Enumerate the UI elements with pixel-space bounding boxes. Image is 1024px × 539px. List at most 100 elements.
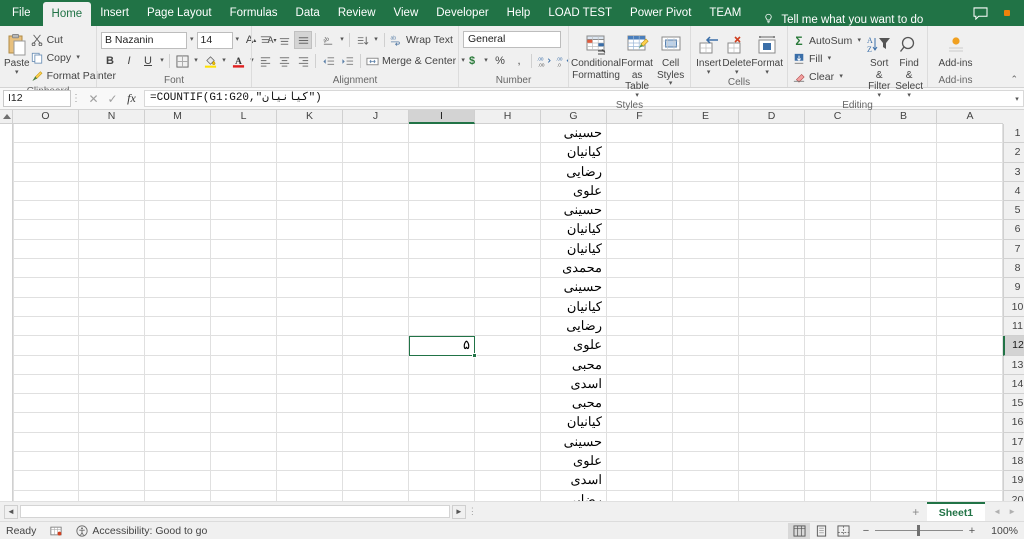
cell-K20[interactable] xyxy=(277,490,343,501)
font-color-icon[interactable]: A xyxy=(229,52,247,70)
cell-B5[interactable] xyxy=(871,201,937,221)
cell-J6[interactable] xyxy=(343,220,409,240)
horizontal-scroll-thumb[interactable] xyxy=(21,506,449,517)
cell-I19[interactable] xyxy=(409,471,475,491)
cell-F9[interactable] xyxy=(607,278,673,298)
borders-icon[interactable] xyxy=(173,52,191,70)
column-header-o[interactable]: O xyxy=(13,110,79,124)
cell-I2[interactable] xyxy=(409,143,475,163)
row-header-7[interactable]: 7 xyxy=(1003,239,1024,260)
column-header-d[interactable]: D xyxy=(739,110,805,124)
cell-G11[interactable]: رضایی xyxy=(541,316,607,337)
column-header-l[interactable]: L xyxy=(211,110,277,124)
cell-N8[interactable] xyxy=(79,259,145,279)
cell-M5[interactable] xyxy=(145,201,211,221)
cell-A1[interactable] xyxy=(937,124,1003,144)
cell-E15[interactable] xyxy=(673,394,739,414)
horizontal-scrollbar[interactable] xyxy=(20,505,450,518)
number-format-select[interactable]: General xyxy=(463,31,561,48)
conditional-formatting-button[interactable]: Conditional Formatting xyxy=(571,30,621,81)
cell-J1[interactable] xyxy=(343,124,409,144)
cell-L19[interactable] xyxy=(211,471,277,491)
cell-J12[interactable] xyxy=(343,336,409,356)
fill-color-icon[interactable] xyxy=(201,52,219,70)
cell-G19[interactable]: اسدی xyxy=(541,471,607,491)
cell-F12[interactable] xyxy=(607,336,673,356)
cell-L11[interactable] xyxy=(211,316,277,337)
cell-G7[interactable]: کیانیان xyxy=(541,239,607,260)
cell-J13[interactable] xyxy=(343,355,409,375)
scroll-left-icon[interactable]: ◄ xyxy=(4,504,18,519)
cell-M16[interactable] xyxy=(145,413,211,433)
cell-I11[interactable] xyxy=(409,316,475,337)
cell-D4[interactable] xyxy=(739,181,805,202)
cell-A6[interactable] xyxy=(937,220,1003,240)
cell-M4[interactable] xyxy=(145,181,211,202)
cell-E11[interactable] xyxy=(673,316,739,337)
cell-I6[interactable] xyxy=(409,220,475,240)
cell-M7[interactable] xyxy=(145,239,211,260)
tab-load-test[interactable]: LOAD TEST xyxy=(539,0,621,26)
cell-D18[interactable] xyxy=(739,452,805,472)
cell-K11[interactable] xyxy=(277,316,343,337)
bold-button[interactable]: B xyxy=(101,52,119,70)
cell-L5[interactable] xyxy=(211,201,277,221)
cell-O14[interactable] xyxy=(13,374,79,395)
cell-J2[interactable] xyxy=(343,143,409,163)
cell-J17[interactable] xyxy=(343,432,409,453)
cell-N6[interactable] xyxy=(79,220,145,240)
cell-B13[interactable] xyxy=(871,355,937,375)
cell-K18[interactable] xyxy=(277,452,343,472)
cell-A10[interactable] xyxy=(937,297,1003,317)
cell-O19[interactable] xyxy=(13,471,79,491)
cell-L16[interactable] xyxy=(211,413,277,433)
cell-M6[interactable] xyxy=(145,220,211,240)
cell-H9[interactable] xyxy=(475,278,541,298)
cell-H13[interactable] xyxy=(475,355,541,375)
row-header-4[interactable]: 4 xyxy=(1003,181,1024,202)
cell-L1[interactable] xyxy=(211,124,277,144)
orientation-chevron-down-icon[interactable]: ▾ xyxy=(338,31,346,49)
cell-L17[interactable] xyxy=(211,432,277,453)
cell-M18[interactable] xyxy=(145,452,211,472)
cell-C3[interactable] xyxy=(805,162,871,182)
cell-K19[interactable] xyxy=(277,471,343,491)
cell-N15[interactable] xyxy=(79,394,145,414)
cell-E10[interactable] xyxy=(673,297,739,317)
cell-L4[interactable] xyxy=(211,181,277,202)
cell-H10[interactable] xyxy=(475,297,541,317)
cell-D11[interactable] xyxy=(739,316,805,337)
row-header-5[interactable]: 5 xyxy=(1003,201,1024,221)
cell-E3[interactable] xyxy=(673,162,739,182)
cell-G16[interactable]: کیانیان xyxy=(541,413,607,433)
cell-H20[interactable] xyxy=(475,490,541,501)
cell-E19[interactable] xyxy=(673,471,739,491)
cell-M3[interactable] xyxy=(145,162,211,182)
row-header-20[interactable]: 20 xyxy=(1003,490,1024,501)
cell-K17[interactable] xyxy=(277,432,343,453)
cell-L9[interactable] xyxy=(211,278,277,298)
merge-center-button[interactable]: Merge & Center ▾ xyxy=(365,52,467,70)
cell-I7[interactable] xyxy=(409,239,475,260)
cell-D2[interactable] xyxy=(739,143,805,163)
cell-B8[interactable] xyxy=(871,259,937,279)
cell-J18[interactable] xyxy=(343,452,409,472)
cell-K16[interactable] xyxy=(277,413,343,433)
cell-E7[interactable] xyxy=(673,239,739,260)
decrease-indent-icon[interactable] xyxy=(319,52,337,70)
cell-K10[interactable] xyxy=(277,297,343,317)
cells-area[interactable]: حسینی کیانیان رضایی علوی حسینی کیانیان کیانیان… xyxy=(0,124,1003,501)
cell-D20[interactable] xyxy=(739,490,805,501)
cell-F10[interactable] xyxy=(607,297,673,317)
cell-G5[interactable]: حسینی xyxy=(541,201,607,221)
row-header-11[interactable]: 11 xyxy=(1003,316,1024,337)
page-layout-view-icon[interactable] xyxy=(810,523,832,539)
align-middle-icon[interactable] xyxy=(275,31,293,49)
cell-O18[interactable] xyxy=(13,452,79,472)
cell-J16[interactable] xyxy=(343,413,409,433)
cell-M19[interactable] xyxy=(145,471,211,491)
zoom-in-button[interactable]: + xyxy=(968,525,976,537)
cell-C14[interactable] xyxy=(805,374,871,395)
tab-team[interactable]: TEAM xyxy=(700,0,750,26)
cell-K5[interactable] xyxy=(277,201,343,221)
